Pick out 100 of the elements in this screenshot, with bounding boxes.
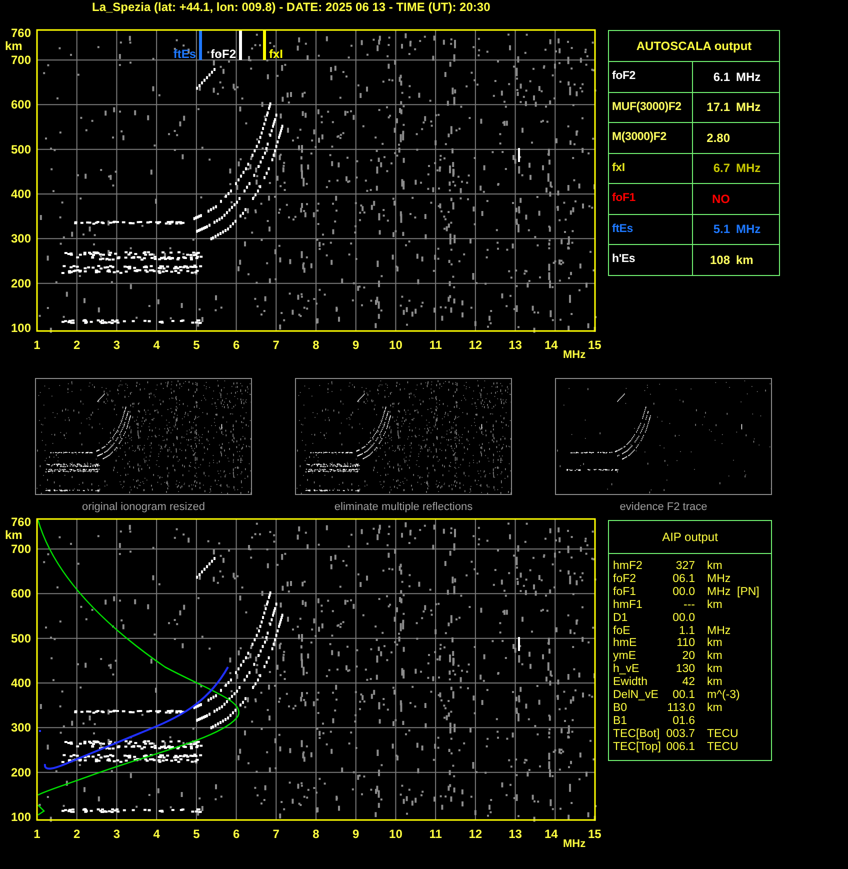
axis-tick-label: 9 xyxy=(352,827,360,841)
window-title: La_Spezia (lat: +44.1, lon: 009.8) - DATE: 2025 06 13 - TIME (UT): 20:30 xyxy=(91,0,492,16)
table-cell-text: m^(-3) xyxy=(706,689,737,702)
axis-tick-label: 3 xyxy=(113,827,120,841)
table-cell-text: km xyxy=(706,598,724,612)
table-cell-text: foE xyxy=(613,624,632,638)
table-cell-text: TEC[Bot] xyxy=(613,728,661,741)
axis-tick-label: 12 xyxy=(468,338,482,352)
table-cell-text: km xyxy=(706,650,724,664)
table-cell-text: TECU xyxy=(706,728,737,741)
axis-tick-label: 2 xyxy=(74,827,80,841)
axis-tick-label: 600 xyxy=(10,586,31,601)
table-cell-text: 00.0 xyxy=(672,612,696,625)
table-cell-text: Ewidth xyxy=(613,676,649,690)
axis-tick-label: 3 xyxy=(113,338,120,352)
table-cell-text: TECU xyxy=(706,740,737,754)
table-cell-text: 6.1 xyxy=(712,70,730,84)
table-cell: foF2 xyxy=(609,62,693,92)
table-cell: MHz xyxy=(736,70,761,84)
table-cell-text: foF2 xyxy=(613,572,638,586)
table-cell-text: km xyxy=(706,637,724,650)
table-cell-text: km xyxy=(706,702,724,715)
axis-unit-label: km xyxy=(5,528,22,542)
table-cell-text: B1 xyxy=(613,714,628,728)
table-cell-text: DelN_vE xyxy=(613,689,660,702)
axis-tick-label: 9 xyxy=(352,338,360,352)
axis-tick-label: 10 xyxy=(389,338,402,352)
axis-tick-label: 6 xyxy=(232,827,240,841)
table-cell-text: h_vE xyxy=(613,663,640,676)
table-cell-text: km xyxy=(706,676,724,690)
axis-tick-label: 300 xyxy=(10,720,31,735)
profile-curve xyxy=(38,804,46,816)
table-cell-text: [PN] xyxy=(737,586,760,599)
axis-tick-label: 100 xyxy=(10,321,31,335)
axis-tick-label: 5 xyxy=(193,827,200,841)
table-cell-text: 6.7 xyxy=(712,161,730,176)
axis-tick-label: 500 xyxy=(10,631,31,646)
table-cell-text: hmF2 xyxy=(613,560,644,573)
axis-tick-label: 700 xyxy=(10,52,31,67)
table-title: AIP output xyxy=(609,521,771,554)
table-cell-text: km xyxy=(706,560,724,573)
axis-tick-label: 600 xyxy=(10,98,31,112)
table-cell-text: 110 xyxy=(676,637,696,650)
axis-tick-label: 8 xyxy=(312,338,320,352)
table-cell-text: TEC[Top] xyxy=(613,740,662,754)
table-cell-text: 006.1 xyxy=(665,740,696,754)
axis-tick-label: 13 xyxy=(508,338,522,352)
table-cell-text: 5.1 xyxy=(712,222,730,236)
axis-tick-label: 200 xyxy=(10,276,31,290)
table-cell-text: 130 xyxy=(674,663,696,676)
axis-tick-label: 4 xyxy=(153,827,160,841)
table-cell-text: 00.1 xyxy=(672,689,696,702)
axis-tick-label: 700 xyxy=(10,542,31,556)
table-cell: km xyxy=(736,252,754,267)
table-cell-text: hmF1 xyxy=(613,598,644,612)
axis-tick-label: 6 xyxy=(232,338,240,352)
table-cell: MHz xyxy=(736,100,761,114)
axis-tick-label: 15 xyxy=(588,827,602,841)
axis-tick-label: 8 xyxy=(312,827,320,841)
axis-tick-label: 13 xyxy=(508,827,522,841)
table-title: AUTOSCALA output xyxy=(609,31,779,62)
marker-label: ftEs xyxy=(173,47,196,61)
axis-tick-label: 7 xyxy=(272,827,280,841)
table-cell-text: 20 xyxy=(681,650,696,664)
axis-tick-label: 200 xyxy=(10,765,31,780)
axis-tick-label: 14 xyxy=(544,338,558,352)
table-cell-text: --- xyxy=(682,598,696,612)
axis-tick-label: 100 xyxy=(10,810,31,824)
table-cell: h'Es xyxy=(609,245,693,274)
table-cell-text: foF1 xyxy=(613,586,638,599)
table-cell-text: 003.7 xyxy=(665,728,696,741)
table-cell-text: NO xyxy=(711,192,730,206)
axis-tick-label: 12 xyxy=(468,827,482,841)
axis-tick-label: 500 xyxy=(10,142,31,156)
axis-tick-label: 11 xyxy=(429,338,442,352)
axis-unit-label: MHz xyxy=(563,838,586,849)
table-cell-text: MHz xyxy=(706,586,732,599)
axis-tick-label: 4 xyxy=(153,338,160,352)
table-cell-text: D1 xyxy=(613,612,629,625)
table-cell-text: 42 xyxy=(681,676,696,690)
table-cell: fxI xyxy=(609,154,693,183)
table-cell: MHz xyxy=(736,222,761,236)
table-cell: foF1 xyxy=(609,184,693,214)
marker-label: foF2 xyxy=(210,47,236,61)
table-cell: ftEs xyxy=(609,214,693,244)
table-cell: M(3000)F2 xyxy=(609,123,693,152)
axis-tick-label: 11 xyxy=(429,827,442,841)
axis-unit-label: km xyxy=(5,39,22,53)
table-cell-text: ymE xyxy=(613,650,637,664)
table-cell-text: 06.1 xyxy=(672,572,696,586)
thumbnail-caption: original ionogram resized xyxy=(82,501,205,513)
axis-tick-label: 1 xyxy=(34,827,40,841)
table-cell-text: 1.1 xyxy=(678,624,696,638)
table-cell-text: MHz xyxy=(706,624,732,638)
table-cell-text: km xyxy=(706,663,724,676)
axis-tick-label: 400 xyxy=(10,676,31,690)
axis-tick-label: 760 xyxy=(10,26,31,40)
axis-tick-label: 7 xyxy=(272,338,280,352)
table-cell-text: 2.80 xyxy=(706,130,730,145)
table-cell-text: hmE xyxy=(613,637,638,650)
